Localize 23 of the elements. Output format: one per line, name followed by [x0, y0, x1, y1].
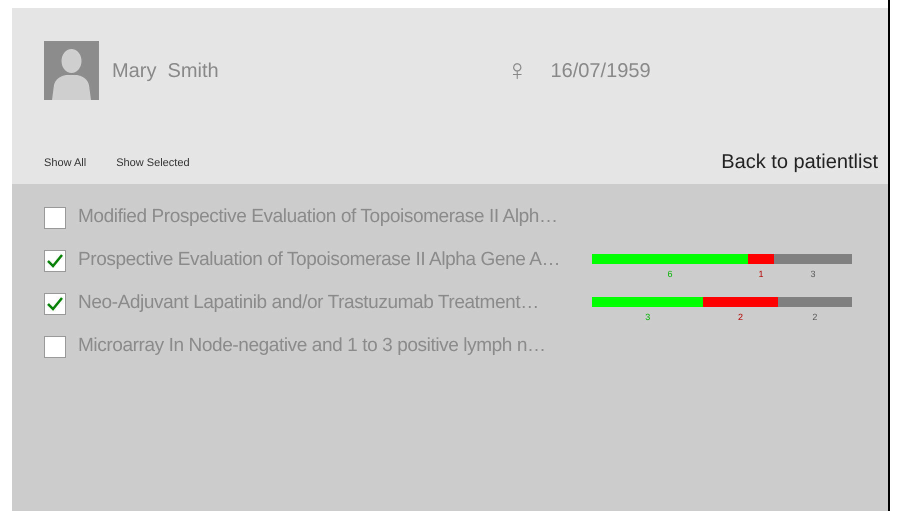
birth-date: 16/07/1959: [550, 58, 651, 84]
filter-link[interactable]: Show Selected: [116, 158, 190, 172]
trial-title: Modified Prospective Evaluation of Topoisomerase II Alph…: [78, 205, 559, 230]
check-icon: [47, 296, 63, 310]
checkbox[interactable]: [44, 206, 66, 228]
count-label: 2: [738, 313, 744, 322]
count-label: 1: [758, 270, 764, 279]
count-label: 3: [810, 270, 816, 279]
count-label: 2: [812, 313, 818, 322]
trial-title: Microarray In Node-negative and 1 to 3 positive lymph n…: [78, 334, 547, 358]
count-label: 3: [645, 313, 650, 322]
avatar-icon: [44, 41, 99, 100]
count-label: 6: [667, 270, 672, 279]
filter-link[interactable]: Show All: [44, 158, 86, 172]
checkbox[interactable]: [44, 336, 66, 358]
trial-title: Neo-Adjuvant Lapatinib and/or Trastuzumab Treatment…: [78, 291, 540, 316]
checkbox[interactable]: [44, 250, 66, 272]
gender-symbol: ♀: [506, 56, 528, 86]
patient-name: Mary Smith: [112, 58, 220, 84]
check-icon: [47, 254, 63, 268]
back-link[interactable]: Back to patientlist: [721, 152, 878, 172]
trial-title: Prospective Evaluation of Topoisomerase II Alpha Gene A…: [78, 248, 562, 272]
checkbox[interactable]: [44, 292, 66, 314]
